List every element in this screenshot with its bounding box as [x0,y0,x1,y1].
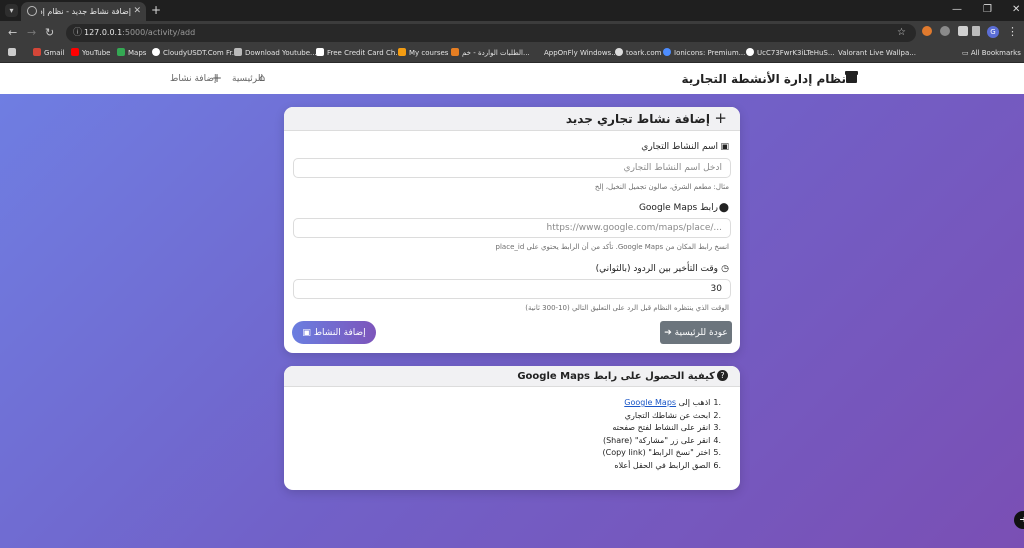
extension-icon[interactable] [922,26,932,36]
bookmark-my-courses[interactable]: My courses [398,48,448,59]
site-info-icon[interactable]: ⓘ [73,27,82,39]
bookmark-maps[interactable]: Maps [117,48,146,59]
bookmark-toark[interactable]: toark.com [615,48,661,59]
apps-grid-icon[interactable] [8,48,19,59]
card-title: إضافة نشاط تجاري جديد [565,112,710,126]
list-item: .5اختر "نسخ الرابط" (Copy link) [602,448,722,457]
bookmark-requests[interactable]: الطلبات الواردة - خم... [451,48,530,59]
folder-icon: ▭ [962,49,971,57]
activity-name-label: اسم النشاط التجاري [641,142,718,152]
browser-menu-icon[interactable]: ⋮ [1007,25,1018,39]
delay-hint: الوقت الذي ينتظره النظام قبل الرد على ال… [525,304,729,312]
submit-activity-button[interactable]: إضافة النشاط ▣ [292,321,376,344]
brand-title[interactable]: نظام إدارة الأنشطة التجارية [681,71,846,87]
maps-url-label: رابط Google Maps [638,203,718,213]
bookmark-credit-card[interactable]: Free Credit Card Ch... [316,48,402,59]
save-icon: ▣ [302,327,311,338]
browser-toolbar: ← → ↻ ⓘ 127.0.0.1:5000/activity/add ☆ G … [0,21,1024,45]
bookmark-star-icon[interactable]: ☆ [897,26,906,40]
back-to-home-button[interactable]: عودة للرئيسية ➔ [660,321,732,344]
maximize-icon[interactable]: ❐ [983,3,992,17]
help-card-header: كيفية الحصول على رابط Google Maps ? [284,366,740,387]
close-tab-icon[interactable]: ✕ [133,5,141,17]
back-arrow-icon[interactable]: ← [8,25,17,41]
bookmark-valorant[interactable]: Valorant Live Wallpa... [827,48,916,59]
all-bookmarks-button[interactable]: ▭ All Bookmarks [962,48,1021,59]
store-icon: ▣ [720,142,729,152]
extensions-puzzle-icon[interactable] [958,26,968,36]
google-maps-link[interactable]: Google Maps [624,398,676,407]
nav-link-home[interactable]: الرئيسية [232,73,263,85]
arrow-right-icon: ➔ [664,327,672,338]
bookmark-ionicons[interactable]: Ionicons: Premium... [663,48,745,59]
list-item: .1اذهب إلى Google Maps [624,398,721,407]
nav-link-add-activity[interactable]: إضافة نشاط [170,73,216,85]
card-header: إضافة نشاط تجاري جديد + [284,107,740,131]
window-close-icon[interactable]: ✕ [1012,3,1020,17]
tab-title: إضافة نشاط جديد - نظام إدارة الأ [41,7,131,16]
browser-tab-bar: ▾ إضافة نشاط جديد - نظام إدارة الأ ✕ + —… [0,0,1024,21]
plus-icon: + [714,109,727,127]
url-text[interactable]: 127.0.0.1:5000/activity/add [84,27,195,39]
bookmarks-bar: Gmail YouTube Maps CloudyUSDT.Com Fr... … [0,45,1024,63]
bookmark-youtube[interactable]: YouTube [71,48,110,59]
delay-label: وقت التأخير بين الردود (بالثواني) [595,264,718,274]
list-item: .6الصق الرابط في الحقل أعلاه [614,460,721,470]
activity-name-hint: مثال: مطعم الشرق، صالون تجميل النخيل، إل… [594,183,729,191]
site-navbar: نظام إدارة الأنشطة التجارية ⌂ الرئيسية +… [0,63,1024,94]
help-steps-list: .1اذهب إلى Google Maps .2ابحث عن نشاطك ا… [603,397,722,472]
browser-tab[interactable]: إضافة نشاط جديد - نظام إدارة الأ ✕ [21,2,146,21]
profile-avatar[interactable]: G [987,26,999,38]
bookmark-apponfly[interactable]: AppOnFly Windows... [533,48,618,59]
list-item: .3انقر على النشاط لفتح صفحته [612,423,721,432]
page-viewport: نظام إدارة الأنشطة التجارية ⌂ الرئيسية +… [0,63,1024,548]
store-icon [845,71,858,83]
forward-arrow-icon[interactable]: → [27,25,36,41]
maps-url-hint: انسخ رابط المكان من Google Maps. تأكد من… [495,243,729,251]
question-circle-icon: ? [717,370,728,381]
help-card: كيفية الحصول على رابط Google Maps ? .1اذ… [284,366,740,490]
tab-search-icon[interactable]: ▾ [5,4,18,17]
new-tab-button[interactable]: + [151,3,161,17]
side-panel-icon[interactable] [972,26,980,36]
scroll-arrow-icon[interactable]: ➔ [1014,511,1024,529]
bookmark-download-youtube[interactable]: Download Youtube... [234,48,317,59]
extension-icon[interactable] [940,26,950,36]
help-card-title: كيفية الحصول على رابط Google Maps [517,371,715,382]
add-activity-card: إضافة نشاط تجاري جديد + ▣ اسم النشاط الت… [284,107,740,353]
address-bar[interactable]: ⓘ 127.0.0.1:5000/activity/add ☆ [66,24,916,42]
reload-icon[interactable]: ↻ [45,25,54,41]
list-item: .4انقر على زر "مشاركة" (Share) [602,435,721,445]
tab-favicon-icon [27,6,37,16]
delay-seconds-input[interactable] [293,279,731,299]
clock-icon: ◷ [721,264,729,274]
bookmark-ucc73[interactable]: UcC73FwrK3iLTeHuS... [746,48,835,59]
minimize-icon[interactable]: — [952,3,962,17]
list-item: .2ابحث عن نشاطك التجاري [624,410,721,420]
bookmark-gmail[interactable]: Gmail [33,48,64,59]
bookmark-cloudyusdt[interactable]: CloudyUSDT.Com Fr... [152,48,238,59]
maps-url-input[interactable] [293,218,731,238]
map-marker-icon: ⬤ [718,203,729,213]
activity-name-input[interactable] [293,158,731,178]
